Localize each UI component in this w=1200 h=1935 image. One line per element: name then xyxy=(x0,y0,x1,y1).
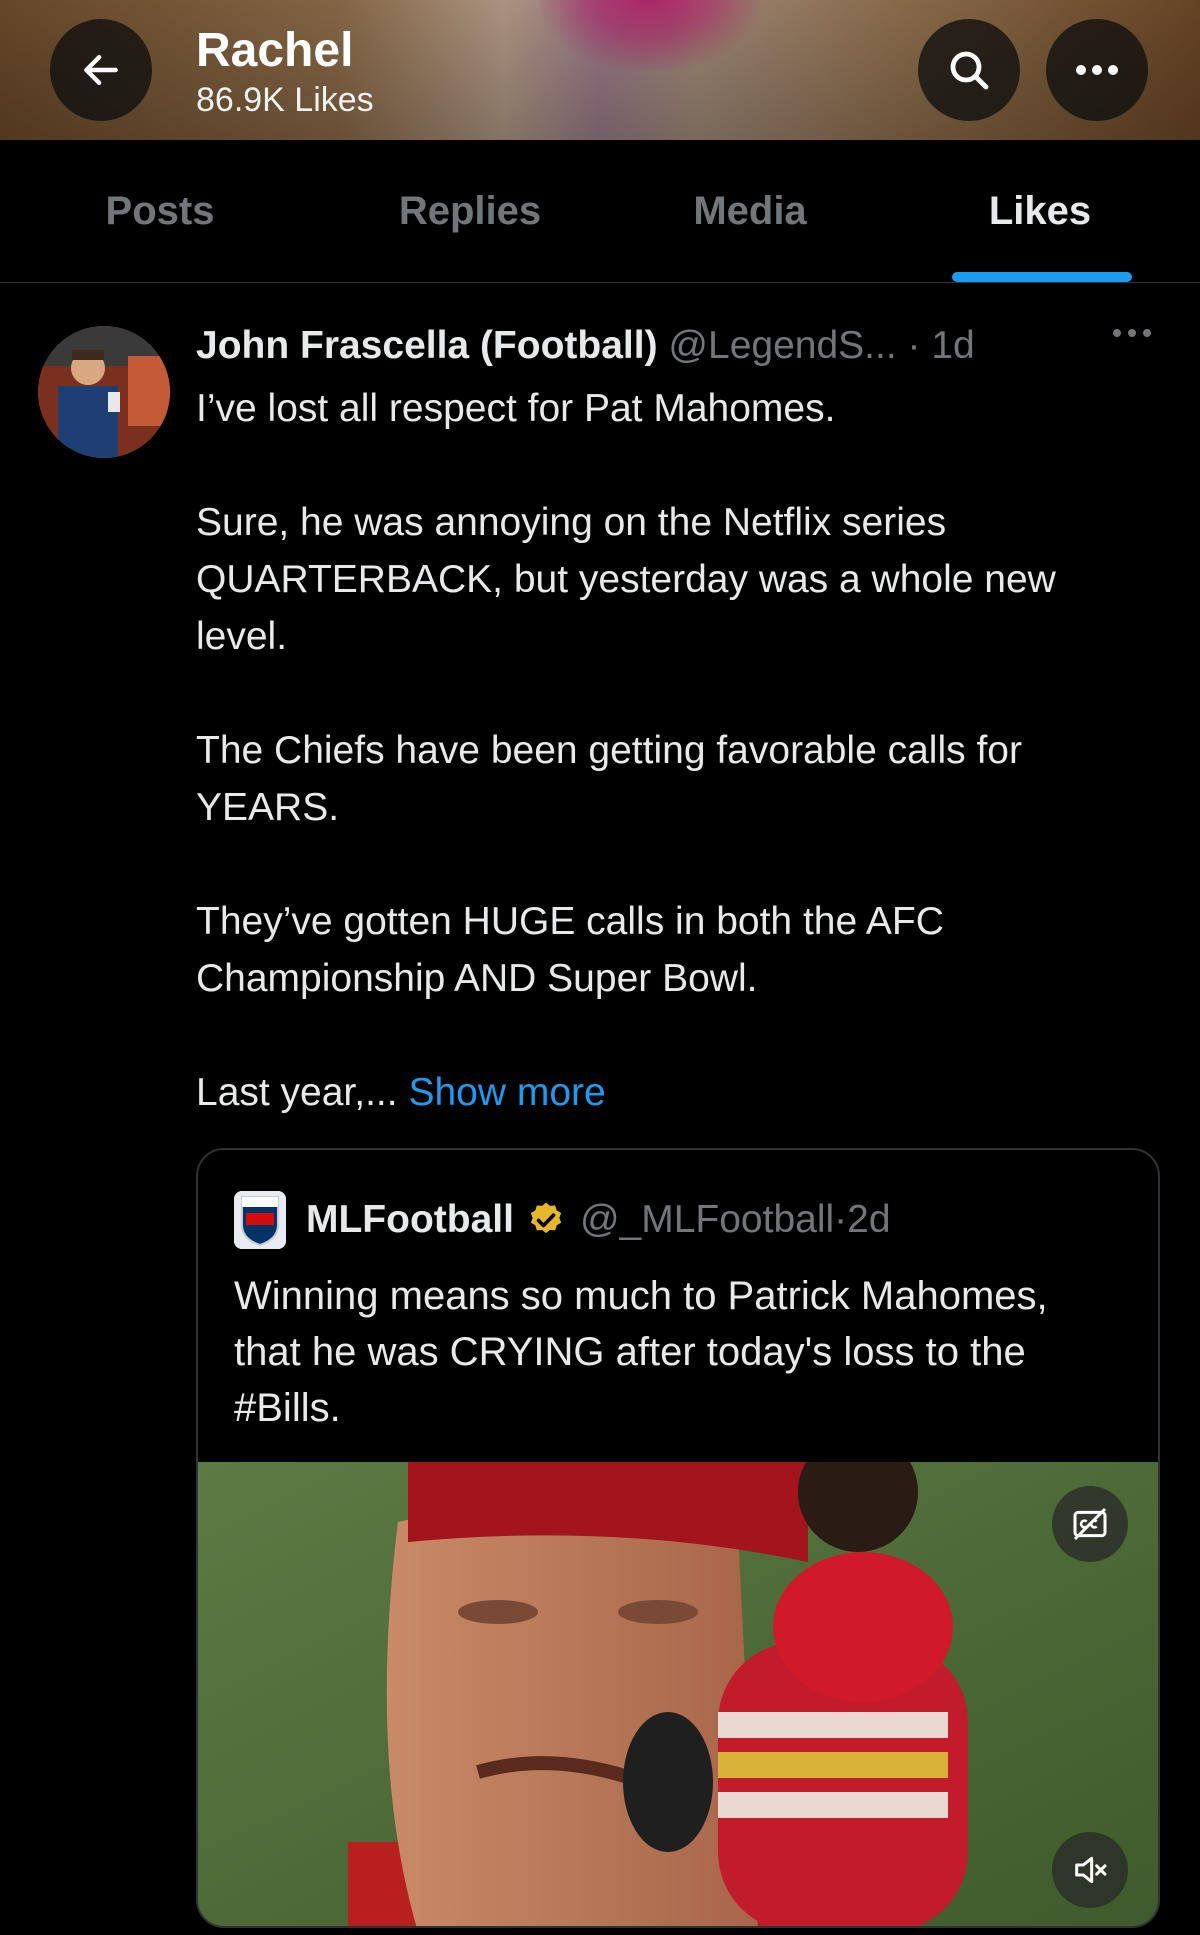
more-horizontal-icon xyxy=(1076,65,1118,75)
profile-tabs: Posts Replies Media Likes xyxy=(0,140,1200,283)
volume-muted-icon xyxy=(1075,1856,1107,1884)
post-meta: John Frascella (Football) @LegendS... · … xyxy=(196,318,1096,374)
post-paragraph: Sure, he was annoying on the Netflix ser… xyxy=(196,501,1056,658)
verified-badge-icon xyxy=(530,1202,562,1234)
post-text: I’ve lost all respect for Pat Mahomes. S… xyxy=(196,380,1116,1121)
video-thumbnail xyxy=(198,1462,1158,1926)
post-paragraph: The Chiefs have been getting favorable c… xyxy=(196,729,1022,829)
post-handle[interactable]: @LegendS... xyxy=(668,324,896,367)
arrow-left-icon xyxy=(84,54,118,86)
post-time[interactable]: 1d xyxy=(931,324,974,367)
search-button[interactable] xyxy=(918,19,1020,121)
mute-button[interactable] xyxy=(1052,1832,1128,1908)
show-more-link[interactable]: Show more xyxy=(408,1071,605,1114)
post-more-button[interactable] xyxy=(1110,326,1154,344)
video-player[interactable] xyxy=(198,1462,1158,1926)
post-truncated-text: Last year,... xyxy=(196,1071,409,1114)
profile-header-banner: Rachel 86.9K Likes xyxy=(0,0,1200,140)
quoted-author[interactable]: MLFootball xyxy=(306,1198,514,1242)
quoted-handle[interactable]: @_MLFootball xyxy=(580,1198,834,1242)
post-separator: · xyxy=(896,324,932,367)
back-button[interactable] xyxy=(50,19,152,121)
more-horizontal-icon xyxy=(1113,329,1151,337)
search-icon xyxy=(950,51,989,90)
mlfootball-logo xyxy=(234,1191,286,1249)
post-author[interactable]: John Frascella (Football) xyxy=(196,324,658,367)
captions-button[interactable] xyxy=(1052,1486,1128,1562)
captions-off-icon xyxy=(1073,1507,1107,1541)
active-tab-indicator xyxy=(952,272,1132,282)
post-paragraph: They’ve gotten HUGE calls in both the AF… xyxy=(196,900,944,1000)
quoted-post-card[interactable]: MLFootball @_MLFootball · 2d Winning mea… xyxy=(196,1148,1160,1928)
avatar[interactable] xyxy=(38,326,170,458)
quoted-post-text: Winning means so much to Patrick Mahomes… xyxy=(234,1274,1048,1430)
profile-name: Rachel xyxy=(196,24,354,77)
tab-posts[interactable]: Posts xyxy=(60,140,260,283)
quoted-post-meta: MLFootball @_MLFootball · 2d xyxy=(234,1190,891,1250)
more-options-button[interactable] xyxy=(1046,19,1148,121)
tab-replies[interactable]: Replies xyxy=(370,140,570,283)
post-truncated-paragraph: Last year,... Show more xyxy=(196,1064,1116,1121)
profile-header-title: Rachel 86.9K Likes xyxy=(196,22,374,120)
quoted-separator: · xyxy=(834,1198,848,1241)
tab-media[interactable]: Media xyxy=(650,140,850,283)
post-paragraph: I’ve lost all respect for Pat Mahomes. xyxy=(196,387,836,430)
likes-count: 86.9K Likes xyxy=(196,81,374,119)
quoted-time[interactable]: 2d xyxy=(847,1198,890,1242)
tab-likes[interactable]: Likes xyxy=(940,140,1140,283)
